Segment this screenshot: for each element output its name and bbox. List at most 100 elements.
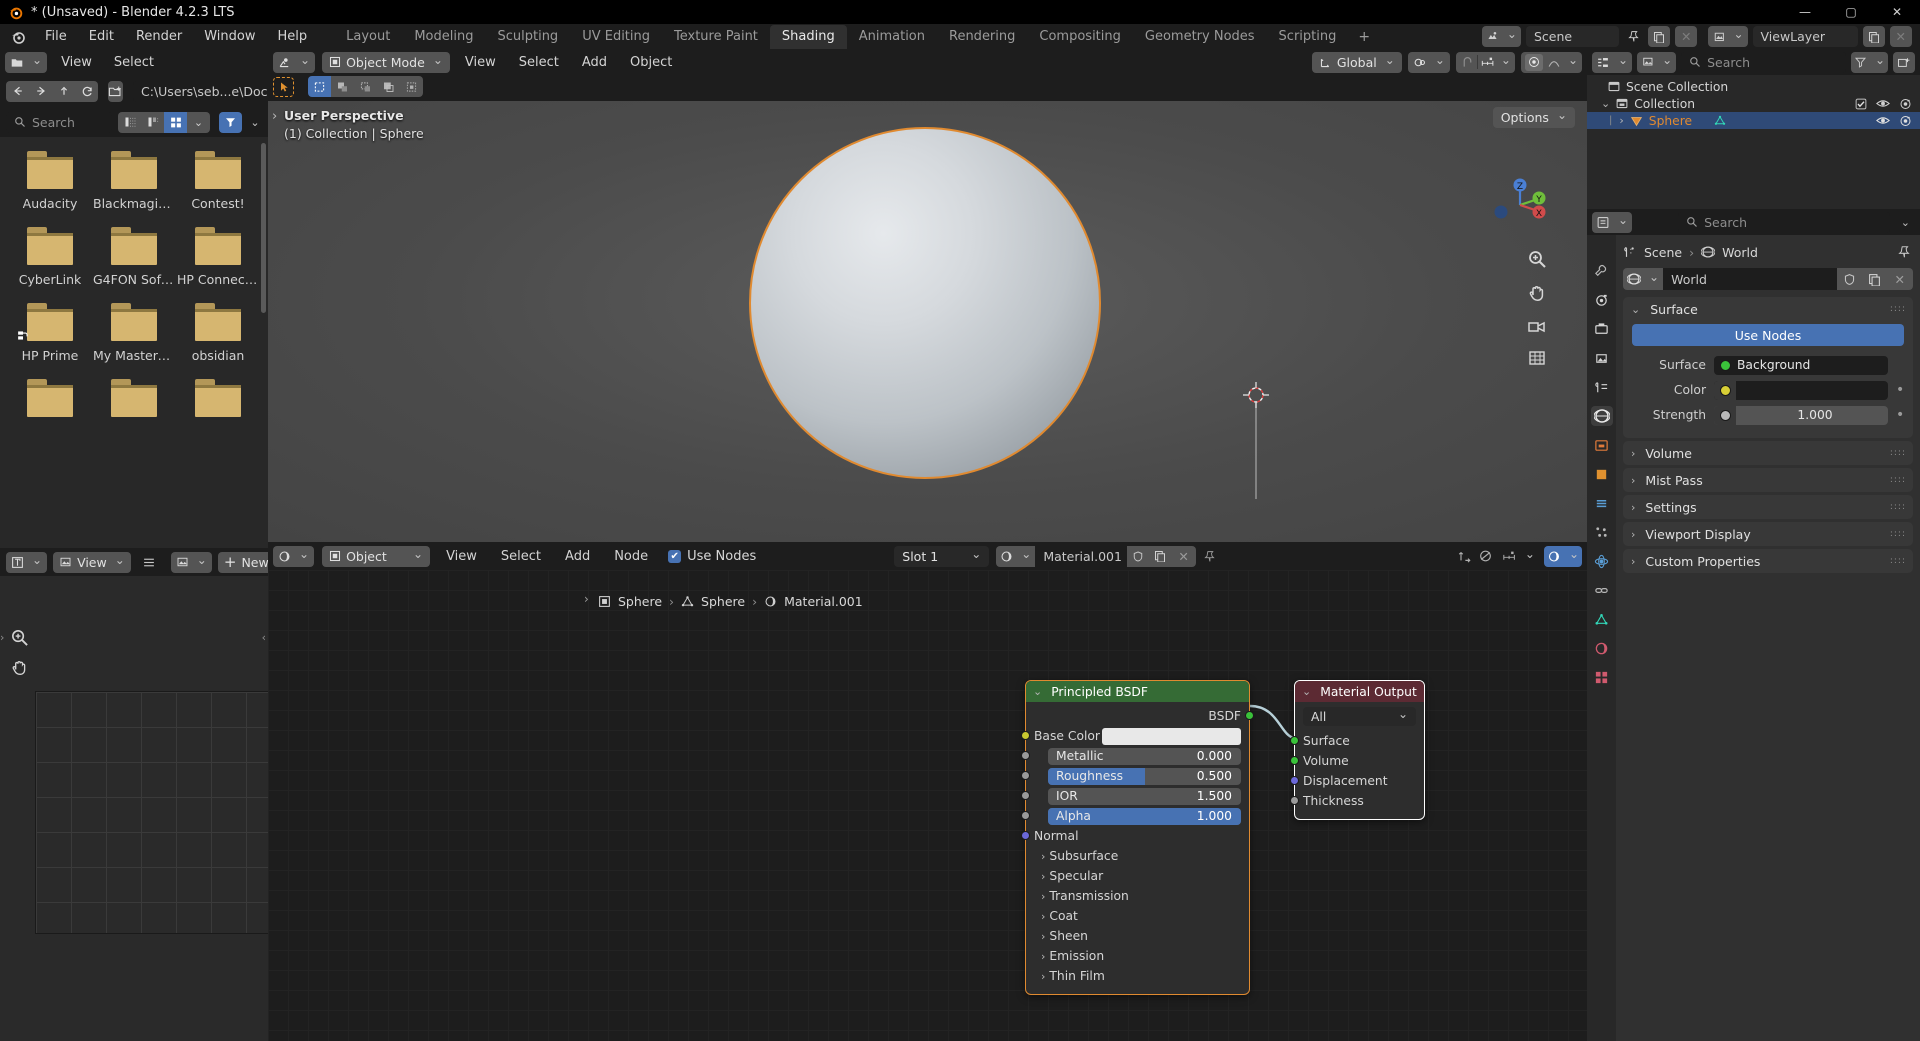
animate-color-icon[interactable]: •	[1896, 383, 1904, 397]
camera-view-icon[interactable]	[1527, 317, 1547, 335]
node-input-surface[interactable]: Surface	[1290, 731, 1424, 751]
material-slot-dropdown[interactable]: Slot 1	[894, 545, 990, 567]
zoom-viewport-icon[interactable]	[1527, 249, 1547, 269]
file-list-scrollbar[interactable]	[261, 143, 266, 313]
menu-render[interactable]: Render	[125, 26, 193, 47]
animate-strength-icon[interactable]: •	[1896, 408, 1904, 422]
expand-chevron-icon[interactable]: ›	[1619, 114, 1623, 127]
file-item[interactable]: Contest!	[176, 151, 260, 211]
display-options-chevron-icon[interactable]: ⌄	[187, 111, 210, 133]
pin-material-icon[interactable]	[1203, 550, 1216, 563]
outliner-row-scene-collection[interactable]: Scene Collection	[1587, 78, 1920, 95]
file-item[interactable]: Audacity	[8, 151, 92, 211]
outliner-filter-icon[interactable]	[1850, 51, 1888, 73]
outliner-tree[interactable]: Scene Collection ⌄ Collection | › Sphere	[1587, 75, 1920, 209]
blender-menu-icon[interactable]	[10, 29, 26, 45]
back-icon[interactable]	[6, 80, 29, 102]
file-item[interactable]: G4FON Soft...	[92, 227, 176, 287]
breadcrumb-object-label[interactable]: Sphere	[618, 594, 662, 609]
list-horizontal-icon[interactable]	[141, 111, 164, 133]
breadcrumb-world-label[interactable]: World	[1722, 245, 1758, 260]
node-panel-specular[interactable]: › Specular	[1026, 866, 1249, 886]
viewport-menu-add[interactable]: Add	[574, 52, 615, 73]
input-socket[interactable]	[1021, 751, 1030, 760]
material-browse-icon[interactable]	[996, 545, 1036, 567]
drag-handle-icon[interactable]: ::::	[1890, 305, 1906, 314]
maximize-button[interactable]: ▢	[1828, 0, 1874, 24]
node-input-thickness[interactable]: Thickness	[1290, 791, 1424, 811]
node-sidebar-toggle-icon[interactable]: ›	[584, 592, 589, 606]
tab-object[interactable]	[1591, 464, 1613, 484]
collapse-chevron-icon[interactable]: ⌄	[1033, 685, 1042, 698]
snap-node-icon[interactable]	[1457, 549, 1472, 563]
node-header[interactable]: ⌄ Material Output	[1295, 681, 1424, 702]
unlink-world-icon[interactable]: ✕	[1886, 268, 1913, 290]
workspace-tab-rendering[interactable]: Rendering	[937, 25, 1027, 49]
use-nodes-button[interactable]: Use Nodes	[18, 324, 1904, 346]
node-principled-bsdf[interactable]: ⌄ Principled BSDF BSDF Base Color Metall…	[1021, 680, 1254, 995]
workspace-tab-modeling[interactable]: Modeling	[402, 25, 485, 49]
node-editor-type-icon[interactable]	[273, 545, 315, 567]
menu-edit[interactable]: Edit	[78, 26, 125, 47]
properties-options-chevron-icon[interactable]: ⌄	[1896, 212, 1915, 233]
ior-slider[interactable]: IOR 1.500	[1048, 787, 1241, 805]
menu-window[interactable]: Window	[193, 26, 266, 47]
snapping-group[interactable]	[1455, 51, 1515, 73]
workspace-tab-sculpting[interactable]: Sculpting	[485, 25, 570, 49]
workspace-tab-shading[interactable]: Shading	[769, 25, 847, 49]
tool-select-box-icon[interactable]	[273, 76, 294, 97]
tab-material[interactable]	[1591, 638, 1613, 658]
color-field[interactable]	[1714, 380, 1888, 400]
scene-name-field[interactable]: Scene	[1525, 26, 1619, 47]
node-menu-view[interactable]: View	[438, 546, 485, 567]
viewport-sidebar-toggle-icon[interactable]: ›	[272, 109, 277, 124]
image-editor-canvas-area[interactable]: › ‹	[0, 576, 268, 1041]
new-viewlayer-button[interactable]	[1862, 26, 1885, 47]
expand-chevron-icon[interactable]: ›	[1631, 474, 1635, 487]
workspace-tab-geometry-nodes[interactable]: Geometry Nodes	[1133, 25, 1267, 49]
node-input-displacement[interactable]: Displacement	[1290, 771, 1424, 791]
node-menu-add[interactable]: Add	[557, 546, 598, 567]
tab-particles[interactable]	[1591, 522, 1613, 542]
breadcrumb-material-label[interactable]: Material.001	[784, 594, 863, 609]
editor-type-icon[interactable]	[5, 51, 48, 73]
interaction-mode-dropdown[interactable]: Object Mode	[322, 51, 450, 73]
node-input-volume[interactable]: Volume	[1290, 751, 1424, 771]
tab-world[interactable]	[1590, 406, 1613, 426]
pan-hand-icon[interactable]	[8, 656, 30, 678]
world-name-field[interactable]: World	[1663, 268, 1837, 290]
fake-user-shield-icon[interactable]	[1836, 268, 1862, 290]
roughness-slider[interactable]: Roughness 0.500	[1048, 767, 1241, 785]
zoom-icon[interactable]	[8, 626, 30, 648]
image-editor-type-icon[interactable]	[6, 551, 48, 573]
hamburger-icon[interactable]	[141, 556, 157, 569]
viewport-menu-object[interactable]: Object	[622, 52, 680, 73]
panel-header[interactable]: ⌄ Surface ::::	[1623, 297, 1913, 321]
pin-scene-icon[interactable]	[1624, 26, 1643, 47]
breadcrumb-mesh-label[interactable]: Sphere	[701, 594, 745, 609]
parent-directory-icon[interactable]	[52, 80, 75, 102]
unlink-material-icon[interactable]: ✕	[1171, 545, 1196, 567]
snap-pivot-icon[interactable]	[1407, 51, 1450, 73]
expand-chevron-icon[interactable]: ›	[1041, 890, 1045, 903]
sphere-object[interactable]	[749, 127, 1101, 479]
file-search-field[interactable]: Search	[6, 111, 112, 133]
drag-handle-icon[interactable]: ::::	[1890, 557, 1906, 566]
world-browse-icon[interactable]	[1623, 268, 1664, 290]
node-panel-transmission[interactable]: › Transmission	[1026, 886, 1249, 906]
image-view-menu[interactable]: View	[53, 551, 131, 573]
node-menu-select[interactable]: Select	[493, 546, 549, 567]
minimize-button[interactable]: —	[1782, 0, 1828, 24]
outliner-display-mode-icon[interactable]	[1637, 51, 1677, 73]
expand-chevron-icon[interactable]: ›	[1041, 950, 1045, 963]
shader-type-dropdown[interactable]: Object	[322, 545, 431, 567]
alpha-slider[interactable]: Alpha 1.000	[1048, 807, 1241, 825]
collapse-chevron-icon[interactable]: ⌄	[1631, 303, 1640, 316]
node-header[interactable]: ⌄ Principled BSDF	[1026, 681, 1249, 702]
sidebar-toggle-left-icon[interactable]: ›	[0, 631, 4, 644]
file-list[interactable]: Audacity Blackmagic ... Contest! CyberLi…	[0, 137, 268, 548]
select-subtract-icon[interactable]	[354, 76, 377, 97]
node-input-normal[interactable]: Normal	[1021, 826, 1249, 846]
scene-browse-icon[interactable]	[1481, 26, 1521, 47]
metallic-slider[interactable]: Metallic 0.000	[1048, 747, 1241, 765]
